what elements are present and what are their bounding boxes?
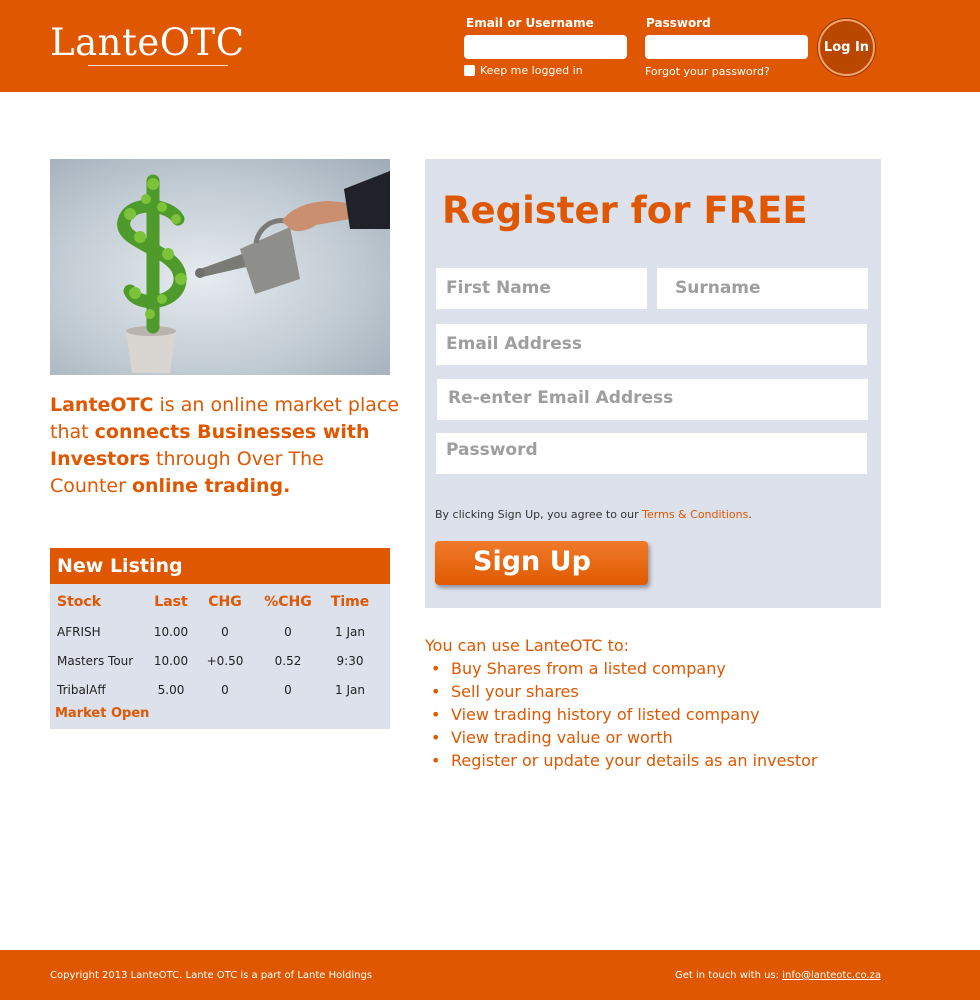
table-row[interactable]: AFRISH 10.00 0 0 1 Jan xyxy=(50,618,390,647)
list-item: Sell your shares xyxy=(425,680,817,703)
terms-link[interactable]: Terms & Conditions xyxy=(642,508,748,521)
col-time: Time xyxy=(330,594,370,610)
first-name-field[interactable]: First Name xyxy=(436,268,647,309)
new-listing-panel: New Listing Stock Last CHG %CHG Time AFR… xyxy=(50,548,390,729)
cell-last: 5.00 xyxy=(157,683,185,697)
market-status: Market Open xyxy=(55,706,150,721)
cell-time: 9:30 xyxy=(336,654,364,668)
watering-can xyxy=(195,218,300,294)
cell-pct-chg: 0.52 xyxy=(274,654,302,668)
register-title: Register for FREE xyxy=(442,189,808,232)
top-header-bar: LanteOTC Email or Username Password Keep… xyxy=(0,0,980,92)
list-item: View trading value or worth xyxy=(425,726,817,749)
logo-underline xyxy=(88,65,228,66)
terms-agreement-end: . xyxy=(748,508,752,521)
password-label: Password xyxy=(646,16,711,30)
suit-sleeve xyxy=(344,171,390,229)
cell-chg: +0.50 xyxy=(206,654,244,668)
keep-logged-in-checkbox[interactable] xyxy=(464,65,475,76)
intro-brand: LanteOTC xyxy=(50,394,154,416)
password-field[interactable]: Password xyxy=(436,433,867,474)
flower-pot xyxy=(126,331,176,373)
intro-paragraph: LanteOTC is an online market place that … xyxy=(50,392,400,500)
surname-field[interactable]: Surname xyxy=(657,268,868,309)
keep-logged-in-label: Keep me logged in xyxy=(480,64,583,77)
cell-pct-chg: 0 xyxy=(284,683,292,697)
hero-illustration xyxy=(117,171,390,373)
uses-heading: You can use LanteOTC to: xyxy=(425,636,630,655)
uses-list: Buy Shares from a listed company Sell yo… xyxy=(425,657,817,772)
listing-header-row: Stock Last CHG %CHG Time xyxy=(50,588,390,617)
reenter-email-field[interactable]: Re-enter Email Address xyxy=(437,379,868,420)
table-row[interactable]: TribalAff 5.00 0 0 1 Jan xyxy=(50,676,390,705)
login-button[interactable]: Log In xyxy=(818,19,875,76)
email-username-label: Email or Username xyxy=(466,16,594,30)
uses-section: You can use LanteOTC to: Buy Shares from… xyxy=(425,634,817,772)
keep-logged-in-row[interactable]: Keep me logged in xyxy=(464,64,583,77)
terms-agreement-text: By clicking Sign Up, you agree to our xyxy=(435,508,643,521)
hand xyxy=(282,201,350,232)
list-item: Buy Shares from a listed company xyxy=(425,657,817,680)
intro-bold-2: online trading. xyxy=(131,475,291,497)
copyright-text: Copyright 2013 LanteOTC. Lante OTC is a … xyxy=(50,970,373,981)
list-item: View trading history of listed company xyxy=(425,703,817,726)
cell-stock: TribalAff xyxy=(57,683,106,697)
cell-time: 1 Jan xyxy=(335,683,365,697)
cell-last: 10.00 xyxy=(153,654,189,668)
col-pct-chg: %CHG xyxy=(264,594,312,610)
cell-pct-chg: 0 xyxy=(284,625,292,639)
cell-stock: AFRISH xyxy=(57,625,101,639)
forgot-password-link[interactable]: Forgot your password? xyxy=(645,65,770,78)
signup-button[interactable]: Sign Up xyxy=(435,541,648,585)
cell-stock: Masters Tour xyxy=(57,654,134,668)
col-last: Last xyxy=(154,594,188,610)
email-field[interactable]: Email Address xyxy=(436,324,867,365)
email-username-input[interactable] xyxy=(464,35,627,59)
cell-chg: 0 xyxy=(221,683,229,697)
money-tree-watering-can-image xyxy=(50,159,390,375)
site-logo[interactable]: LanteOTC xyxy=(50,22,245,64)
contact-label: Get in touch with us: xyxy=(675,970,783,981)
cell-time: 1 Jan xyxy=(335,625,365,639)
col-stock: Stock xyxy=(57,594,102,610)
register-panel: Register for FREE First Name Surname Ema… xyxy=(425,159,881,608)
password-input[interactable] xyxy=(645,35,808,59)
contact-email-link[interactable]: info@lanteotc.co.za xyxy=(782,970,881,981)
cell-last: 10.00 xyxy=(153,625,189,639)
table-row[interactable]: Masters Tour 10.00 +0.50 0.52 9:30 xyxy=(50,647,390,676)
col-chg: CHG xyxy=(208,594,242,610)
cell-chg: 0 xyxy=(221,625,229,639)
new-listing-title: New Listing xyxy=(50,548,390,584)
footer-bar: Copyright 2013 LanteOTC. Lante OTC is a … xyxy=(0,950,980,1000)
contact-info: Get in touch with us: info@lanteotc.co.z… xyxy=(675,970,881,981)
terms-agreement: By clicking Sign Up, you agree to our Te… xyxy=(435,508,752,521)
list-item: Register or update your details as an in… xyxy=(425,749,817,772)
